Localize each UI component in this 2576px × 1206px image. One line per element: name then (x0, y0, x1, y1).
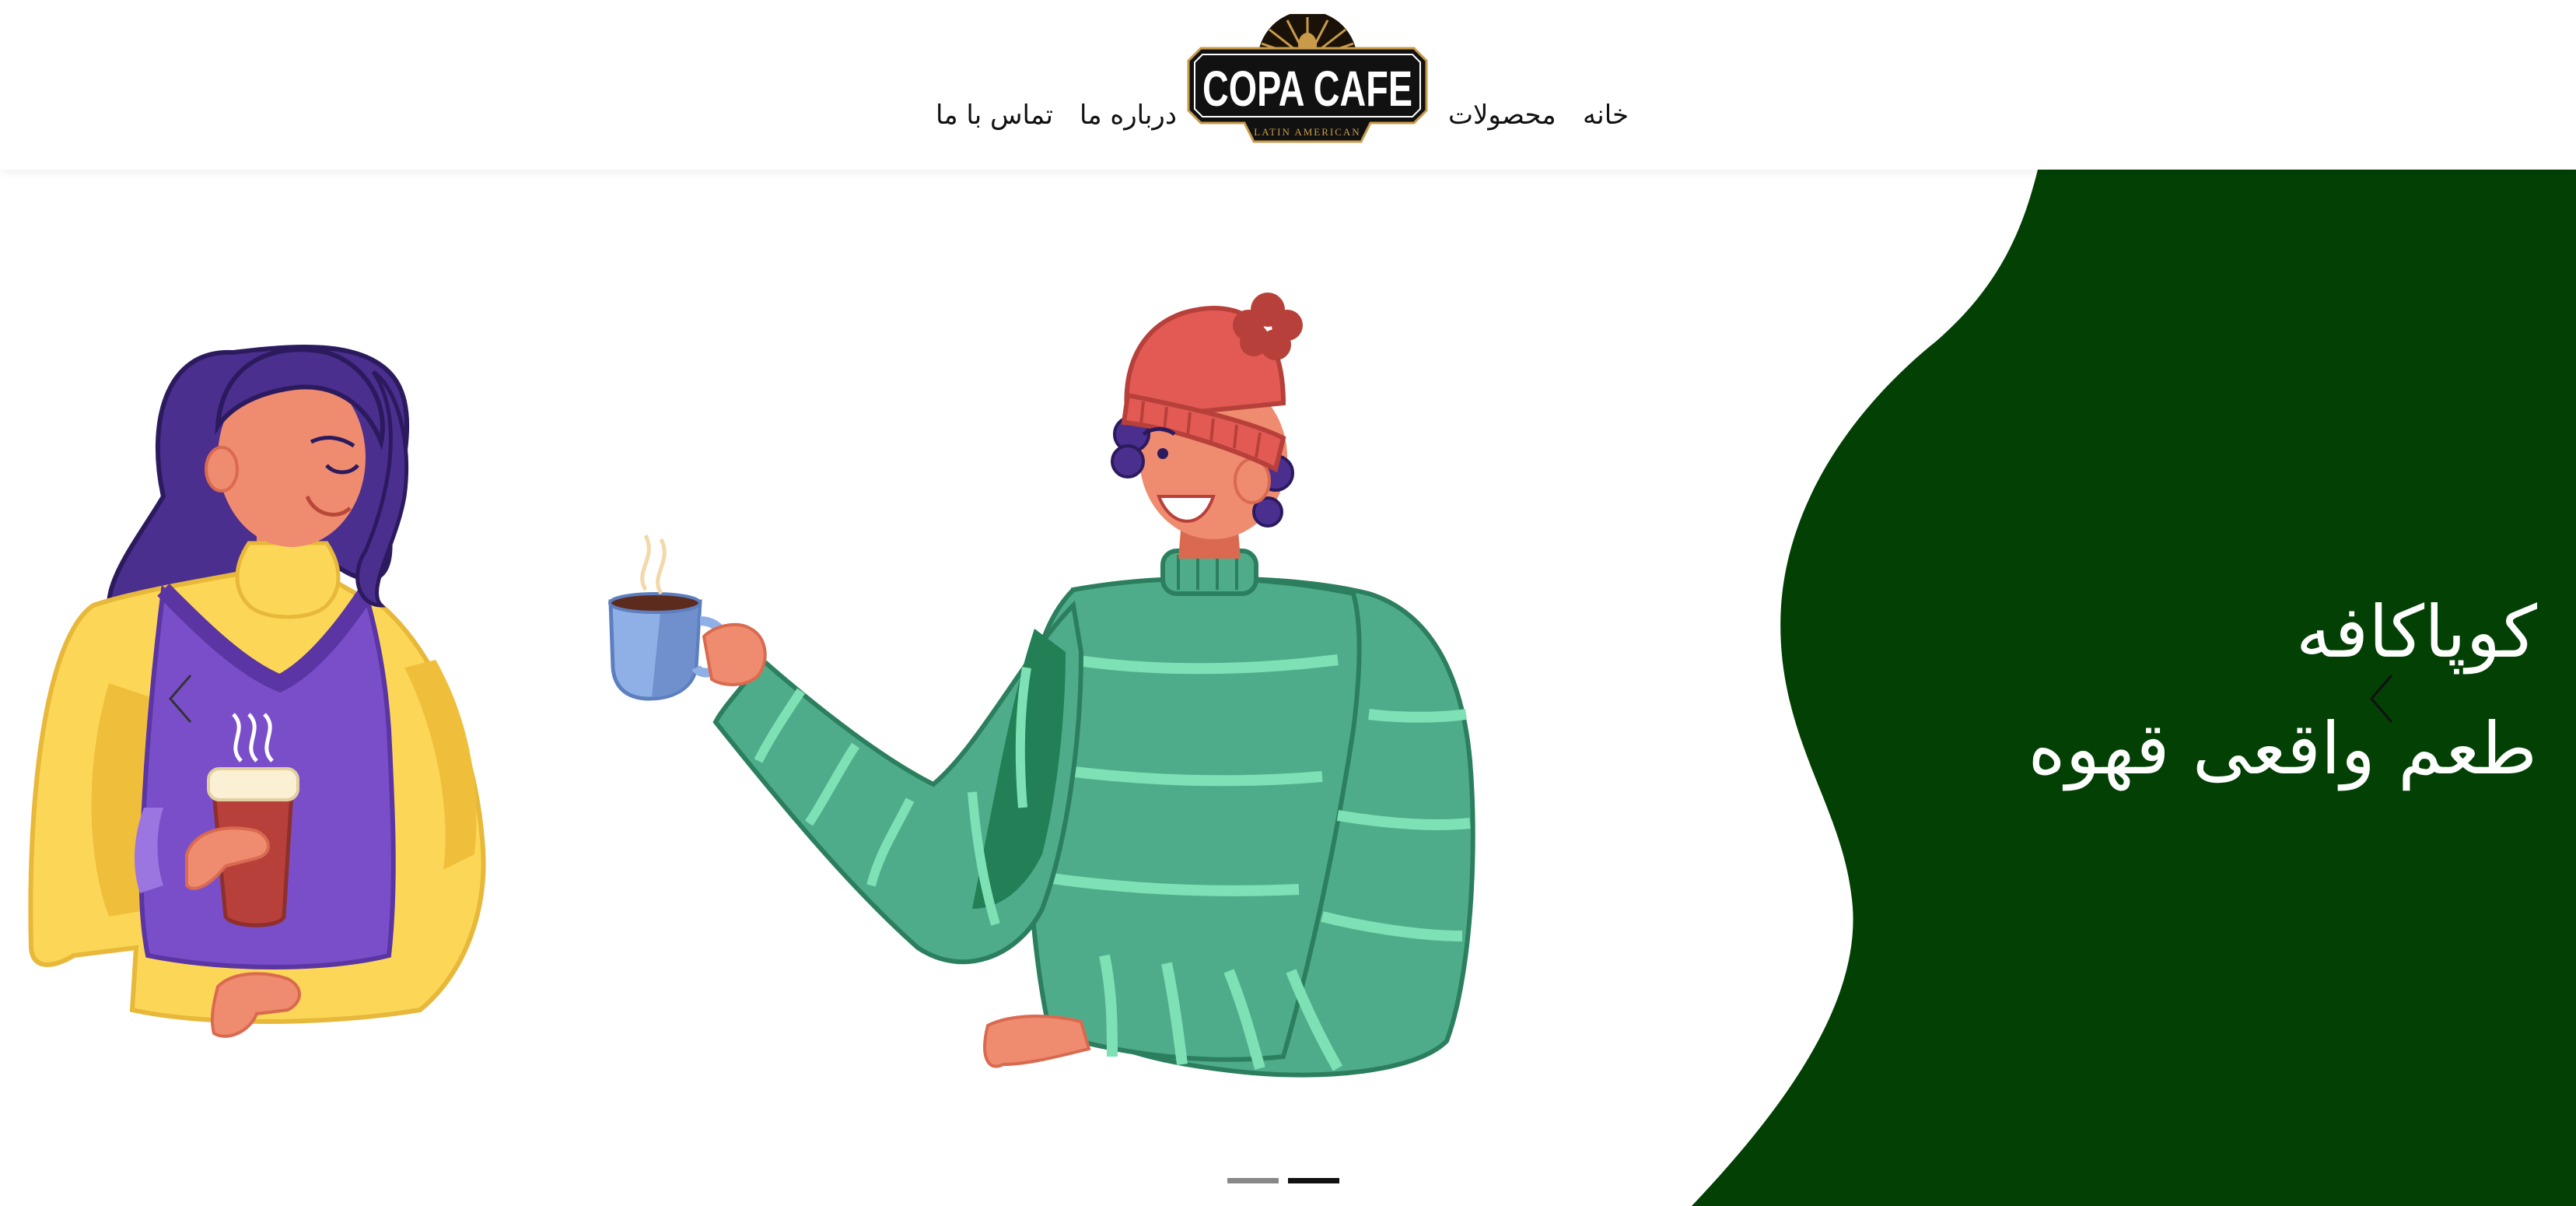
page: خانه محصولات درباره ما تماس با ما COPA C… (0, 0, 2576, 1206)
hero-slider: کوپاکافه طعم واقعی قهوه (0, 170, 2576, 1206)
slider-dot-2-active[interactable] (1288, 1178, 1339, 1183)
coffee-mug (608, 534, 731, 701)
copa-cafe-logo[interactable]: COPA CAFE LATIN AMERICAN (1184, 14, 1431, 148)
hero-title-line-2: طعم واقعی قهوه (2028, 707, 2537, 791)
slider-next-arrow[interactable] (2361, 668, 2407, 730)
man-illustration (608, 293, 1475, 1078)
slider-dot-1[interactable] (1227, 1178, 1279, 1183)
hero-title: کوپاکافه طعم واقعی قهوه (1837, 574, 2537, 808)
slider-pagination (1227, 1178, 1344, 1194)
chevron-left-icon (2370, 675, 2393, 723)
nav-contact-link[interactable]: تماس با ما (936, 92, 1053, 138)
slider-prev-arrow[interactable] (159, 668, 206, 730)
nav-products-link[interactable]: محصولات (1448, 92, 1556, 138)
nav-home-link[interactable]: خانه (1583, 92, 1629, 138)
logo-tagline: LATIN AMERICAN (1254, 126, 1360, 138)
chevron-left-icon (169, 675, 192, 723)
woman-illustration (28, 344, 486, 1038)
hero-title-line-1: کوپاکافه (2295, 591, 2537, 674)
nav-about-link[interactable]: درباره ما (1080, 92, 1177, 138)
logo-brand-text: COPA CAFE (1202, 61, 1412, 117)
site-header: خانه محصولات درباره ما تماس با ما COPA C… (0, 0, 2576, 170)
